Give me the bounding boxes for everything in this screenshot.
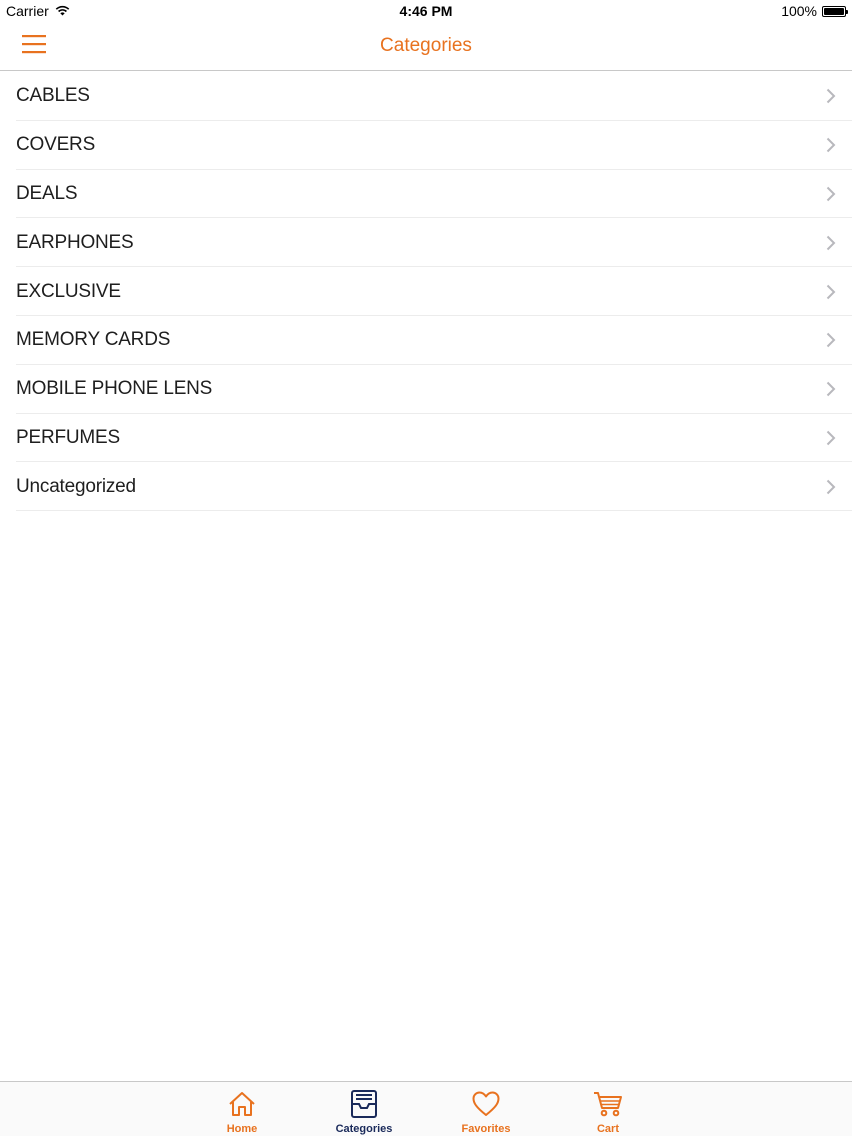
tab-cart[interactable]: Cart	[553, 1082, 663, 1136]
tab-label: Categories	[335, 1123, 393, 1135]
category-label: DEALS	[16, 182, 78, 204]
category-label: EXCLUSIVE	[16, 280, 121, 302]
category-row-uncategorized[interactable]: Uncategorized	[0, 462, 852, 511]
page-title: Categories	[380, 35, 472, 56]
chevron-right-icon	[826, 333, 836, 348]
chevron-right-icon	[826, 381, 836, 397]
category-label: EARPHONES	[16, 231, 134, 253]
category-row-memory-cards[interactable]: MEMORY CARDS	[0, 316, 852, 365]
category-row-cables[interactable]: CABLES	[0, 72, 852, 121]
tab-bar: Home Categories Favorites Cart	[0, 1081, 852, 1136]
category-label: MOBILE PHONE LENS	[16, 378, 213, 400]
category-label: MEMORY CARDS	[16, 329, 171, 351]
category-row-exclusive[interactable]: EXCLUSIVE	[0, 267, 852, 316]
category-label: PERFUMES	[16, 426, 120, 448]
chevron-right-icon	[826, 89, 836, 104]
tab-label: Home	[226, 1123, 258, 1135]
navigation-bar: Categories	[0, 24, 852, 71]
inbox-tray-icon	[349, 1089, 379, 1119]
chevron-right-icon	[826, 430, 836, 446]
status-right: 100%	[781, 3, 848, 19]
chevron-right-icon	[826, 235, 836, 250]
status-bar: Carrier 4:46 PM 100%	[0, 0, 852, 24]
status-time: 4:46 PM	[399, 3, 453, 19]
chevron-right-icon	[826, 186, 836, 202]
tab-categories[interactable]: Categories	[309, 1082, 419, 1136]
category-row-mobile-phone-lens[interactable]: MOBILE PHONE LENS	[0, 365, 852, 414]
category-label: Uncategorized	[16, 475, 136, 497]
chevron-right-icon	[826, 479, 836, 494]
tab-label: Cart	[596, 1123, 619, 1135]
category-row-perfumes[interactable]: PERFUMES	[0, 414, 852, 463]
chevron-right-icon	[826, 284, 836, 299]
home-icon	[227, 1089, 257, 1119]
tab-home[interactable]: Home	[187, 1082, 297, 1136]
category-row-deals[interactable]: DEALS	[0, 170, 852, 219]
heart-icon	[471, 1089, 501, 1119]
category-label: CABLES	[16, 85, 90, 107]
battery-icon	[822, 5, 848, 17]
tab-favorites[interactable]: Favorites	[431, 1082, 541, 1136]
category-row-covers[interactable]: COVERS	[0, 121, 852, 170]
cart-icon	[593, 1089, 623, 1119]
battery-percent: 100%	[781, 3, 817, 19]
category-label: COVERS	[16, 134, 96, 156]
category-row-earphones[interactable]: EARPHONES	[0, 218, 852, 267]
tab-label: Favorites	[461, 1123, 511, 1135]
category-list: CABLES COVERS DEALS EARPHONES EXCLUSIVE …	[0, 72, 852, 511]
chevron-right-icon	[826, 137, 836, 153]
